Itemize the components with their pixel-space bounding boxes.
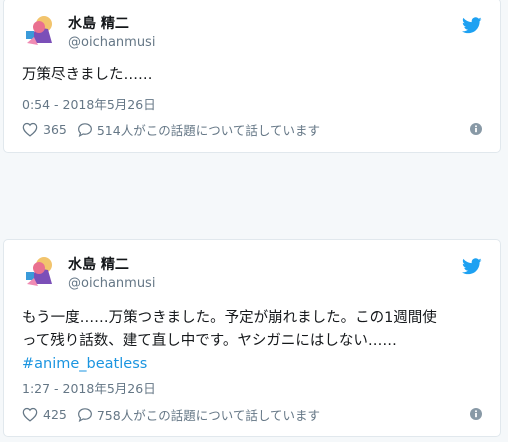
twitter-bird-icon[interactable] — [462, 258, 482, 275]
reply-count-text: 758人がこの話題について話しています — [96, 407, 320, 423]
hashtag-link[interactable]: #anime_beatless — [22, 353, 482, 376]
tweet-actions: 425 758人がこの話題について話しています — [22, 404, 482, 424]
tweet-card[interactable]: 水島 精二 @oichanmusi もう一度……万策つきました。予定が崩れました… — [3, 239, 501, 437]
like-count: 365 — [43, 121, 67, 137]
twitter-bird-icon[interactable] — [462, 17, 482, 34]
tweet-text-line: って残り話数、建て直し中です。ヤシガニにはしない…… — [22, 333, 397, 349]
heart-icon — [22, 122, 38, 137]
tweet-text: 万策尽きました…… — [22, 64, 482, 87]
info-icon[interactable] — [470, 123, 482, 135]
tweet-text-line: もう一度……万策つきました。予定が崩れました。この1週間使 — [22, 310, 437, 326]
tweet-text: もう一度……万策つきました。予定が崩れました。この1週間使 って残り話数、建て直… — [22, 307, 482, 376]
speech-bubble-icon — [77, 407, 92, 422]
like-count: 425 — [43, 406, 67, 422]
tweet-timestamp[interactable]: 0:54 - 2018年5月26日 — [22, 94, 156, 113]
tweet-actions: 365 514人がこの話題について話しています — [22, 119, 482, 139]
tweet-text-line: 万策尽きました…… — [22, 67, 153, 83]
info-icon[interactable] — [470, 408, 482, 420]
heart-icon — [22, 407, 38, 422]
author-name[interactable]: 水島 精二 — [68, 254, 129, 274]
speech-bubble-icon — [77, 122, 92, 137]
tweet-card[interactable]: 水島 精二 @oichanmusi 万策尽きました…… 0:54 - 2018年… — [3, 0, 501, 153]
like-button[interactable]: 425 — [22, 407, 77, 422]
tweet-timestamp[interactable]: 1:27 - 2018年5月26日 — [22, 378, 156, 397]
like-button[interactable]: 365 — [22, 122, 77, 137]
avatar[interactable] — [22, 13, 58, 49]
author-handle[interactable]: @oichanmusi — [68, 276, 155, 291]
author-name[interactable]: 水島 精二 — [68, 13, 129, 33]
avatar[interactable] — [22, 254, 58, 290]
reply-button[interactable]: 758人がこの話題について話しています — [77, 405, 320, 424]
reply-button[interactable]: 514人がこの話題について話しています — [77, 120, 320, 139]
author-handle[interactable]: @oichanmusi — [68, 35, 155, 50]
reply-count-text: 514人がこの話題について話しています — [96, 122, 320, 138]
